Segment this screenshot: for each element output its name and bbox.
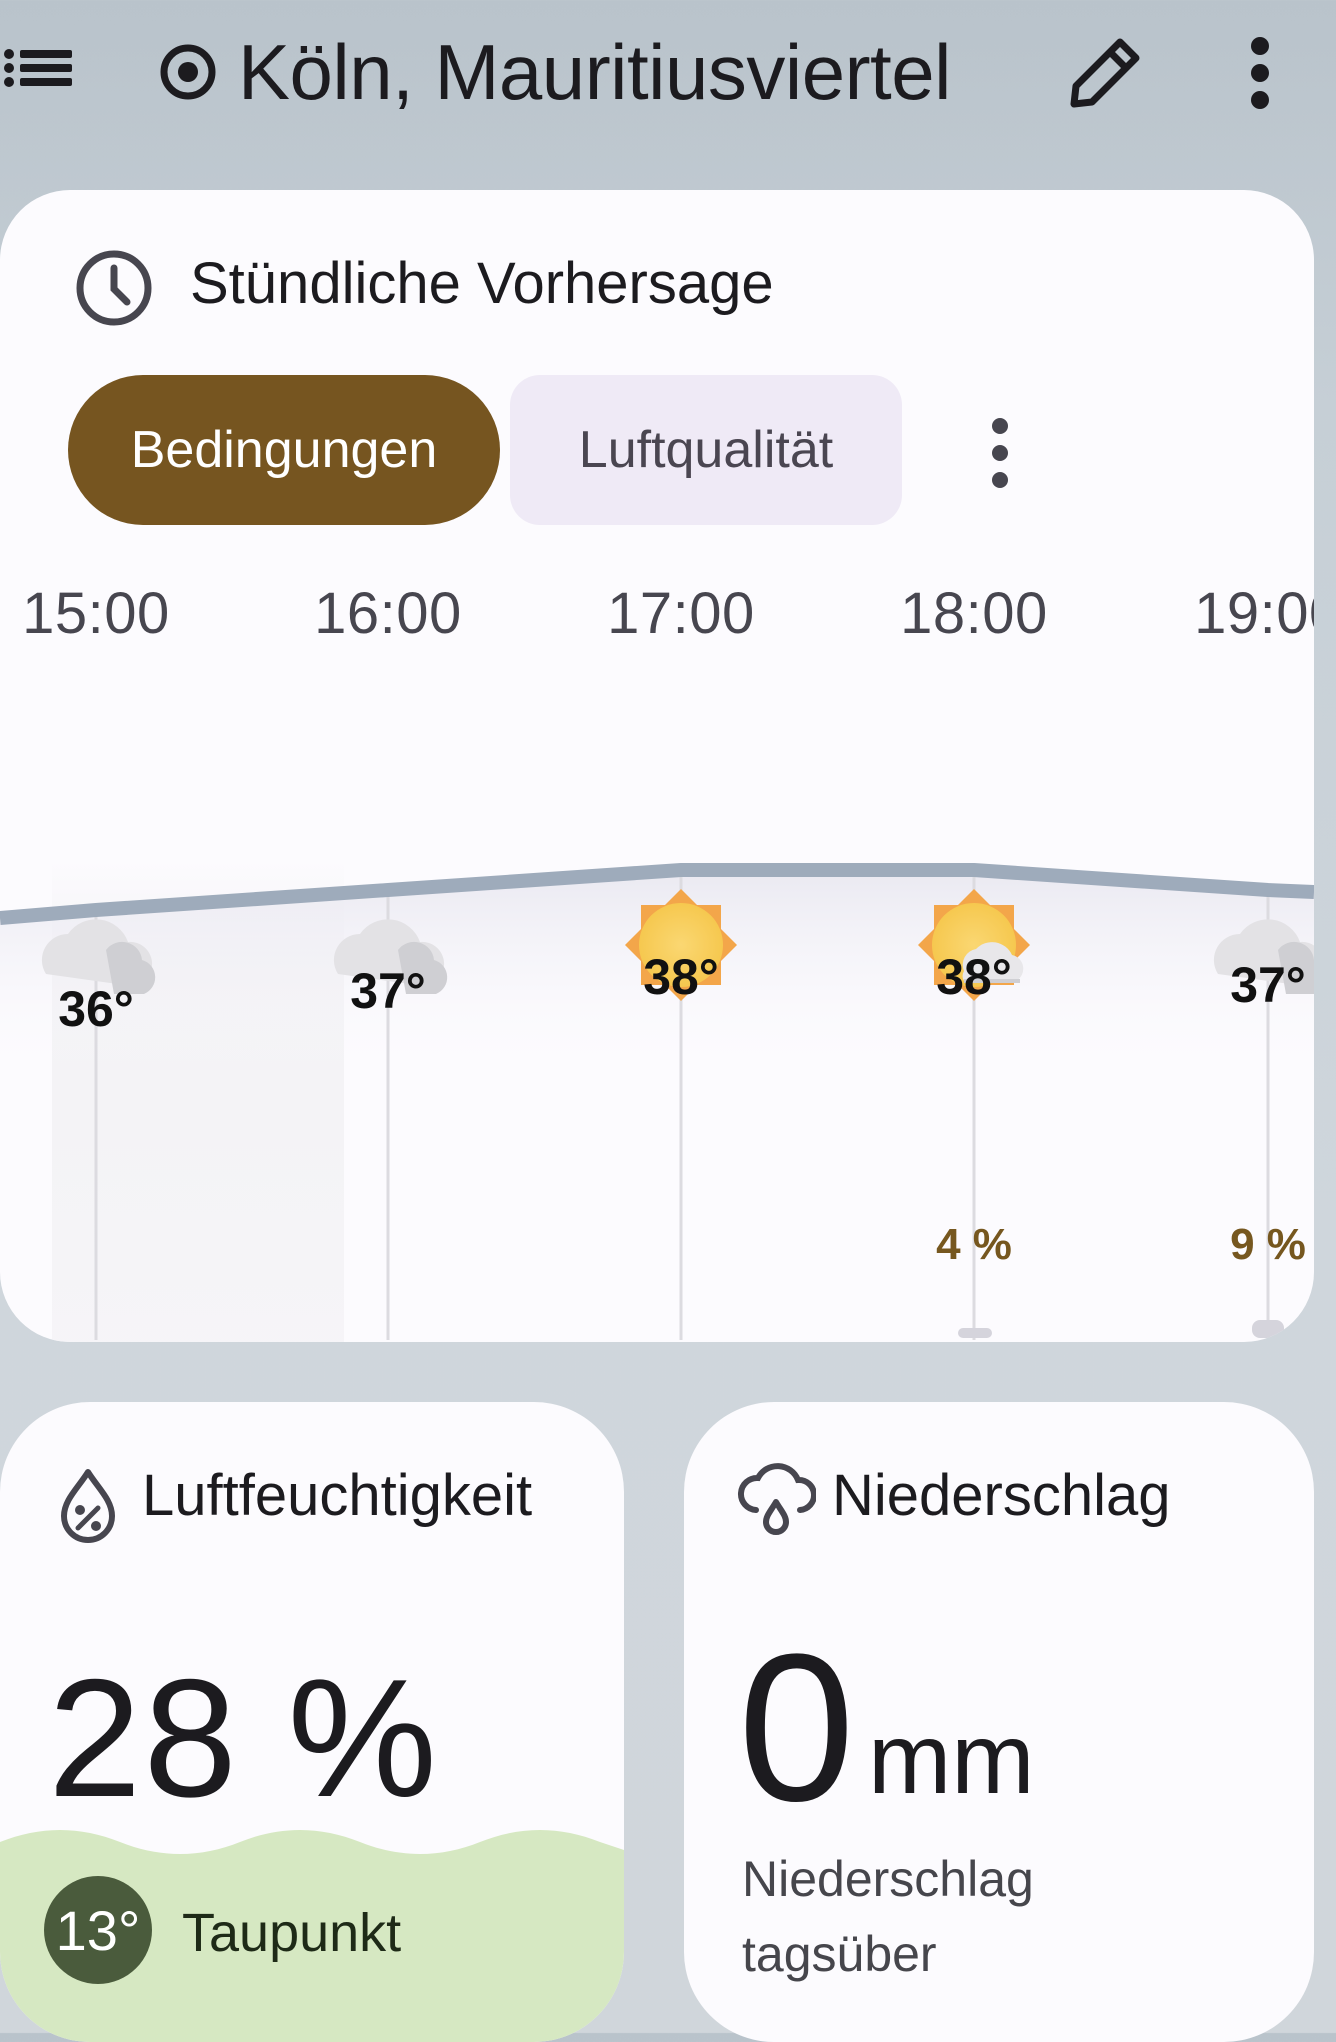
clock-icon: [76, 250, 152, 326]
temp-label: 36°: [58, 981, 134, 1037]
more-options-button[interactable]: [1225, 28, 1295, 118]
precip-bar-19: [1252, 1320, 1284, 1338]
humidity-card[interactable]: Luftfeuchtigkeit 28 % 13° Taupunkt: [0, 1402, 624, 2042]
chip-more-button[interactable]: [960, 408, 1040, 498]
more-vert-icon: [992, 418, 1008, 488]
hour-label: 19:00: [1194, 581, 1314, 646]
precipitation-caption: Niederschlag tagsüber: [742, 1851, 1034, 1982]
temp-label: 38°: [936, 949, 1012, 1005]
edit-icon: [1070, 38, 1140, 108]
humidity-title: Luftfeuchtigkeit: [142, 1463, 533, 1528]
cloud-rain-icon: [738, 1463, 816, 1535]
dew-point-badge: 13°: [44, 1876, 152, 1984]
location-title[interactable]: Köln, Mauritiusviertel: [158, 24, 951, 120]
temp-label: 38°: [643, 949, 719, 1005]
precipitation-card[interactable]: Niederschlag 0 mm Niederschlag tagsüber: [684, 1402, 1314, 2042]
humidity-value: 28 %: [48, 1644, 439, 1832]
precip-bar-18: [958, 1328, 992, 1338]
hourly-forecast-card: Stündliche Vorhersage Bedingungen Luftqu…: [0, 190, 1314, 1342]
hour-label: 17:00: [607, 581, 755, 646]
precipitation-title: Niederschlag: [832, 1463, 1171, 1528]
precipitation-amount: 0: [738, 1610, 855, 1845]
location-name: Köln, Mauritiusviertel: [238, 27, 951, 116]
hour-label: 16:00: [314, 581, 462, 646]
tab-air-quality[interactable]: Luftqualität: [510, 375, 902, 525]
more-vert-icon: [1251, 37, 1269, 109]
temp-label: 37°: [1230, 957, 1306, 1013]
precip-chance: 9 %: [1230, 1220, 1306, 1269]
temp-label: 37°: [350, 963, 426, 1019]
menu-button[interactable]: [0, 32, 90, 102]
edit-location-button[interactable]: [1060, 28, 1150, 118]
dew-point-label: Taupunkt: [182, 1903, 402, 1963]
hourly-forecast-title: Stündliche Vorhersage: [190, 251, 774, 316]
tab-conditions[interactable]: Bedingungen: [68, 375, 500, 525]
precipitation-unit: mm: [868, 1703, 1035, 1815]
hour-label: 18:00: [900, 581, 1048, 646]
precip-chance: 4 %: [936, 1220, 1012, 1269]
hour-label: 15:00: [22, 581, 170, 646]
menu-icon: [4, 49, 72, 87]
my-location-icon: [160, 44, 216, 100]
humidity-icon: [61, 1469, 115, 1543]
